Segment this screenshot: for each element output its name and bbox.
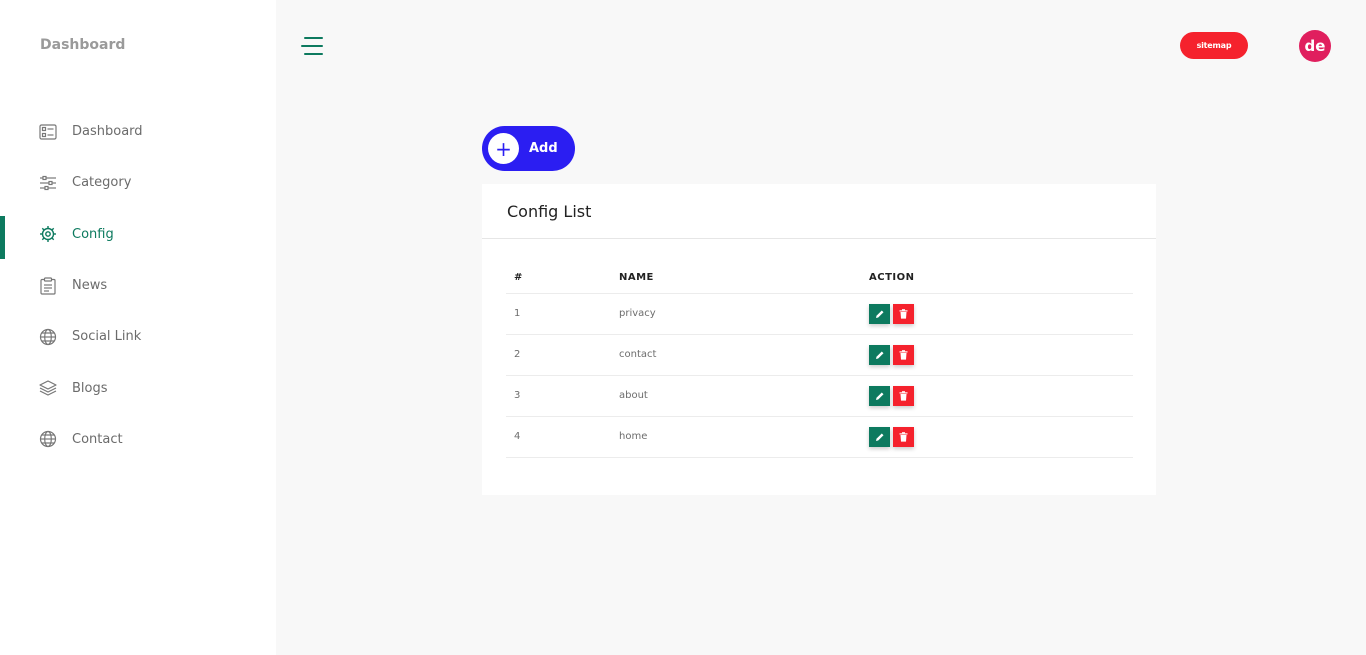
row-number: 1 xyxy=(506,293,611,335)
row-number: 2 xyxy=(506,334,611,376)
edit-button[interactable] xyxy=(869,303,890,324)
row-actions xyxy=(861,334,1133,376)
row-name: contact xyxy=(611,334,861,376)
sidebar-item-label: Contact xyxy=(72,431,123,447)
column-header-number: # xyxy=(506,262,611,294)
menu-toggle-icon[interactable] xyxy=(301,36,323,56)
sidebar-item-category[interactable]: Category xyxy=(0,157,276,208)
sidebar-item-dashboard[interactable]: Dashboard xyxy=(0,106,276,157)
layers-icon xyxy=(39,379,57,397)
avatar[interactable]: de xyxy=(1299,30,1331,62)
row-actions xyxy=(861,375,1133,417)
trash-icon xyxy=(899,349,908,360)
card-title: Config List xyxy=(482,184,1156,239)
table-row: 1 privacy xyxy=(506,293,1133,335)
sidebar-item-label: Category xyxy=(72,175,132,191)
sidebar-item-label: Blogs xyxy=(72,380,108,396)
sliders-icon xyxy=(39,174,57,192)
sidebar-item-label: News xyxy=(72,278,108,294)
globe-icon xyxy=(39,430,57,448)
config-list-card: Config List # NAME ACTION 1 privacy 2 co… xyxy=(482,184,1156,495)
sidebar-item-label: Social Link xyxy=(72,329,142,345)
row-name: home xyxy=(611,416,861,458)
pencil-icon xyxy=(875,310,883,318)
add-button-label: Add xyxy=(529,141,558,156)
gear-icon xyxy=(39,225,57,243)
dashboard-icon xyxy=(39,123,57,141)
row-name: privacy xyxy=(611,293,861,335)
trash-icon xyxy=(899,390,908,401)
delete-button[interactable] xyxy=(893,344,914,365)
sitemap-button[interactable]: sitemap xyxy=(1180,32,1248,59)
globe-icon xyxy=(39,328,57,346)
sidebar-item-blogs[interactable]: Blogs xyxy=(0,362,276,413)
row-actions xyxy=(861,416,1133,458)
sidebar: Dashboard Dashboard Category Config News xyxy=(0,0,276,655)
column-header-name: NAME xyxy=(611,262,861,294)
edit-button[interactable] xyxy=(869,344,890,365)
row-actions xyxy=(861,293,1133,335)
row-number: 4 xyxy=(506,416,611,458)
delete-button[interactable] xyxy=(893,385,914,406)
add-button[interactable]: + Add xyxy=(482,126,575,171)
table-row: 2 contact xyxy=(506,334,1133,376)
sidebar-item-label: Config xyxy=(72,226,114,242)
trash-icon xyxy=(899,431,908,442)
pencil-icon xyxy=(875,392,883,400)
column-header-action: ACTION xyxy=(861,262,1133,294)
row-number: 3 xyxy=(506,375,611,417)
delete-button[interactable] xyxy=(893,426,914,447)
trash-icon xyxy=(899,308,908,319)
plus-icon: + xyxy=(488,133,519,164)
sidebar-item-news[interactable]: News xyxy=(0,260,276,311)
table-header-row: # NAME ACTION xyxy=(506,262,1133,294)
table-row: 4 home xyxy=(506,416,1133,458)
sidebar-item-config[interactable]: Config xyxy=(0,209,276,260)
delete-button[interactable] xyxy=(893,303,914,324)
sidebar-item-contact[interactable]: Contact xyxy=(0,414,276,465)
sidebar-brand[interactable]: Dashboard xyxy=(40,37,125,53)
table-row: 3 about xyxy=(506,375,1133,417)
sidebar-nav: Dashboard Category Config News Social Li… xyxy=(0,106,276,465)
clipboard-icon xyxy=(39,276,57,295)
config-table: # NAME ACTION 1 privacy 2 contact 3 abou… xyxy=(506,262,1133,458)
pencil-icon xyxy=(875,433,883,441)
pencil-icon xyxy=(875,351,883,359)
row-name: about xyxy=(611,375,861,417)
sidebar-item-label: Dashboard xyxy=(72,124,143,140)
edit-button[interactable] xyxy=(869,426,890,447)
edit-button[interactable] xyxy=(869,385,890,406)
sidebar-item-social-link[interactable]: Social Link xyxy=(0,311,276,362)
